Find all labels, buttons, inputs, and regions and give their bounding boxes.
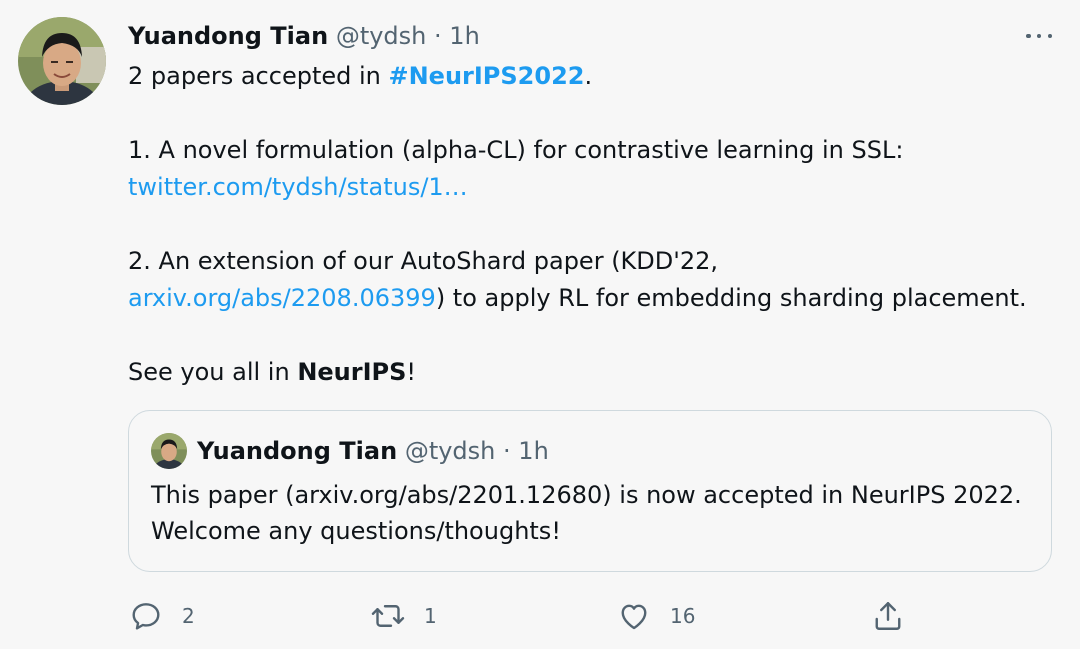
tweet-line-4: 2. An extension of our AutoShard paper (… <box>128 247 719 275</box>
hashtag-link[interactable]: #NeurIPS2022 <box>388 62 584 90</box>
tweet-timestamp[interactable]: 1h <box>449 22 479 50</box>
retweet-icon <box>371 605 405 627</box>
tweet-text-segment: See you all in <box>128 358 298 386</box>
avatar-photo <box>18 17 106 105</box>
author-name[interactable]: Yuandong Tian <box>128 22 328 50</box>
like-count: 16 <box>670 604 696 628</box>
tweet-line-3: twitter.com/tydsh/status/1… <box>128 169 1058 206</box>
tweet-line-2: 1. A novel formulation (alpha-CL) for co… <box>128 136 904 164</box>
quoted-separator: · <box>503 437 511 465</box>
tweet-text-segment: ) to apply RL for embedding sharding pla… <box>435 284 1027 312</box>
arxiv-link[interactable]: arxiv.org/abs/2208.06399 <box>128 284 436 312</box>
tweet-text: 2 papers accepted in #NeurIPS2022. 1. A … <box>128 58 1058 391</box>
share-icon <box>875 602 901 630</box>
quoted-header: Yuandong Tian @tydsh · 1h <box>197 433 549 469</box>
share-button[interactable] <box>870 596 906 636</box>
quoted-avatar[interactable] <box>151 433 187 469</box>
quoted-tweet[interactable]: Yuandong Tian @tydsh · 1h This paper (ar… <box>128 410 1052 572</box>
more-horizontal-icon[interactable] <box>1026 24 1052 48</box>
retweet-button[interactable]: 1 <box>370 596 437 636</box>
tweet-line-1: 2 papers accepted in #NeurIPS2022. <box>128 58 1058 95</box>
tweet-bold-text: NeurIPS <box>297 358 407 386</box>
like-button[interactable]: 16 <box>616 596 695 636</box>
tweet[interactable]: Yuandong Tian @tydsh · 1h 2 papers accep… <box>0 0 1080 649</box>
heart-icon <box>621 604 647 630</box>
tweet-header: Yuandong Tian @tydsh · 1h <box>128 19 480 53</box>
author-handle[interactable]: @tydsh <box>336 22 427 50</box>
reply-button[interactable]: 2 <box>128 596 195 636</box>
tweet-line-5: arxiv.org/abs/2208.06399) to apply RL fo… <box>128 280 1058 317</box>
tweet-text-segment: . <box>584 62 593 90</box>
reply-count: 2 <box>182 604 195 628</box>
tweet-line-6: See you all in NeurIPS! <box>128 354 1058 391</box>
action-bar: 2 1 16 <box>128 596 918 636</box>
tweet-text-segment: 2 papers accepted in <box>128 62 389 90</box>
avatar[interactable] <box>18 17 106 105</box>
quoted-text: This paper (arxiv.org/abs/2201.12680) is… <box>151 481 1022 545</box>
retweet-count: 1 <box>424 604 437 628</box>
quoted-author-handle[interactable]: @tydsh <box>405 437 496 465</box>
tweet-text-segment: ! <box>406 358 417 386</box>
quoted-author-name[interactable]: Yuandong Tian <box>197 437 397 465</box>
reply-icon <box>132 603 160 630</box>
quoted-timestamp[interactable]: 1h <box>518 437 548 465</box>
status-link[interactable]: twitter.com/tydsh/status/1… <box>128 173 468 201</box>
header-separator: · <box>434 22 442 50</box>
quoted-avatar-photo <box>151 433 187 469</box>
